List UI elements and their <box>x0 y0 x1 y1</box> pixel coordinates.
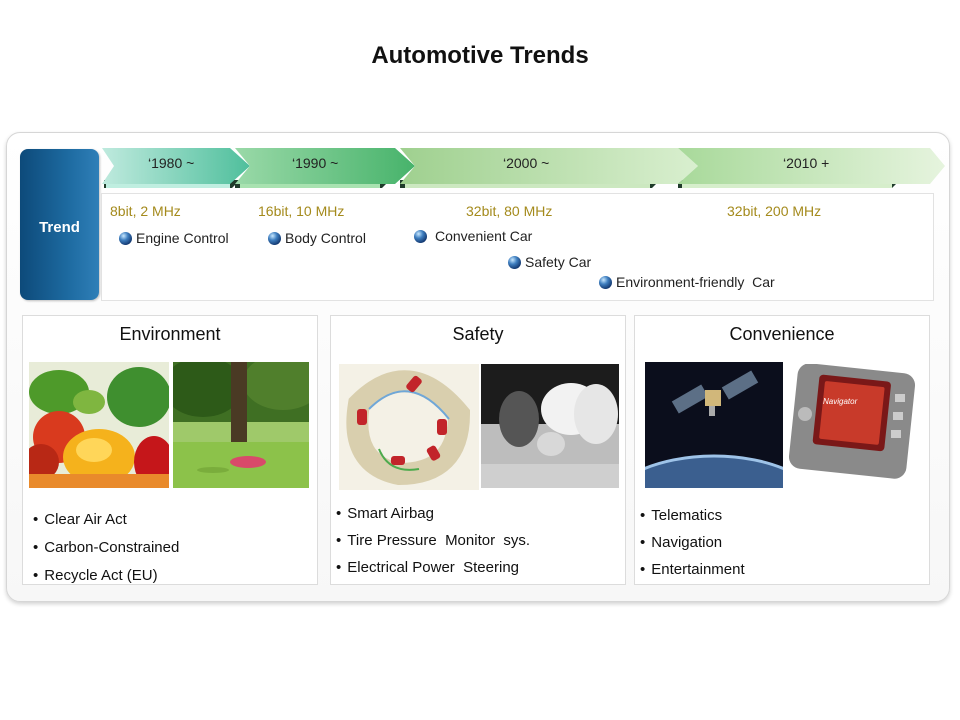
list-item: Clear Air Act <box>33 506 179 534</box>
list-item: Entertainment <box>640 556 744 583</box>
bullet-ball-icon <box>414 230 427 243</box>
satellite-image <box>645 362 783 488</box>
environment-title: Environment <box>119 324 221 344</box>
list-item: Tire Pressure Monitor sys. <box>336 527 530 554</box>
environment-panel: Environment Clear Air Act Carbo <box>22 315 318 585</box>
navigator-screen-text: Navigator <box>823 397 858 406</box>
application-environment-friendly-car: Environment-friendly Car <box>599 274 775 290</box>
bullet-ball-icon <box>119 232 132 245</box>
era-label-1990: ‘1990 ~ <box>292 155 339 171</box>
bullet-ball-icon <box>599 276 612 289</box>
convenience-title: Convenience <box>729 324 835 344</box>
bit-spec-2000: 32bit, 80 MHz <box>466 203 553 219</box>
airbag-image <box>481 364 619 488</box>
page-title: Automotive Trends <box>371 42 589 69</box>
application-safety-car: Safety Car <box>508 254 591 270</box>
application-engine-control: Engine Control <box>119 230 229 246</box>
list-item: Recycle Act (EU) <box>33 562 179 590</box>
era-highlight-1990 <box>240 184 380 188</box>
era-label-1980: ‘1980 ~ <box>148 155 195 171</box>
list-item: Navigation <box>640 529 745 556</box>
safety-title: Safety <box>452 324 504 344</box>
trend-header: Trend <box>20 149 99 300</box>
navigator-device-image: Navigator <box>787 364 917 480</box>
era-label-2000: ‘2000 ~ <box>503 155 550 171</box>
vegetables-image <box>29 362 169 488</box>
bit-spec-2010: 32bit, 200 MHz <box>727 203 822 219</box>
era-highlight-2000 <box>405 184 650 188</box>
trend-label: Trend <box>39 219 80 236</box>
environment-bullets: Clear Air Act Carbon-Constrained Recycle… <box>33 506 179 590</box>
era-highlight-2010 <box>682 184 892 188</box>
list-item: Carbon-Constrained <box>33 534 179 562</box>
list-item: Electrical Power Steering <box>336 554 530 581</box>
safety-bullets: Smart Airbag Tire Pressure Monitor sys. … <box>336 500 530 581</box>
tree-park-image <box>173 362 309 488</box>
application-body-control: Body Control <box>268 230 366 246</box>
bullet-ball-icon <box>508 256 521 269</box>
convenience-panel: Convenience Navigator Telematics Navigat… <box>634 315 930 585</box>
bullet-ball-icon <box>268 232 281 245</box>
convenience-bullets: Telematics Navigation Entertainment <box>640 502 745 583</box>
bit-spec-1990: 16bit, 10 MHz <box>258 203 345 219</box>
application-convenient-car: Convenient Car <box>414 228 532 244</box>
era-label-2010: ‘2010 + <box>783 155 830 171</box>
safety-panel: Safety Smart Airbag Tire Pressure Monito… <box>330 315 626 585</box>
vehicle-stability-image <box>339 364 479 490</box>
bit-spec-1980: 8bit, 2 MHz <box>110 203 181 219</box>
list-item: Telematics <box>640 502 745 529</box>
era-highlight-1980 <box>106 184 230 188</box>
list-item: Smart Airbag <box>336 500 530 527</box>
